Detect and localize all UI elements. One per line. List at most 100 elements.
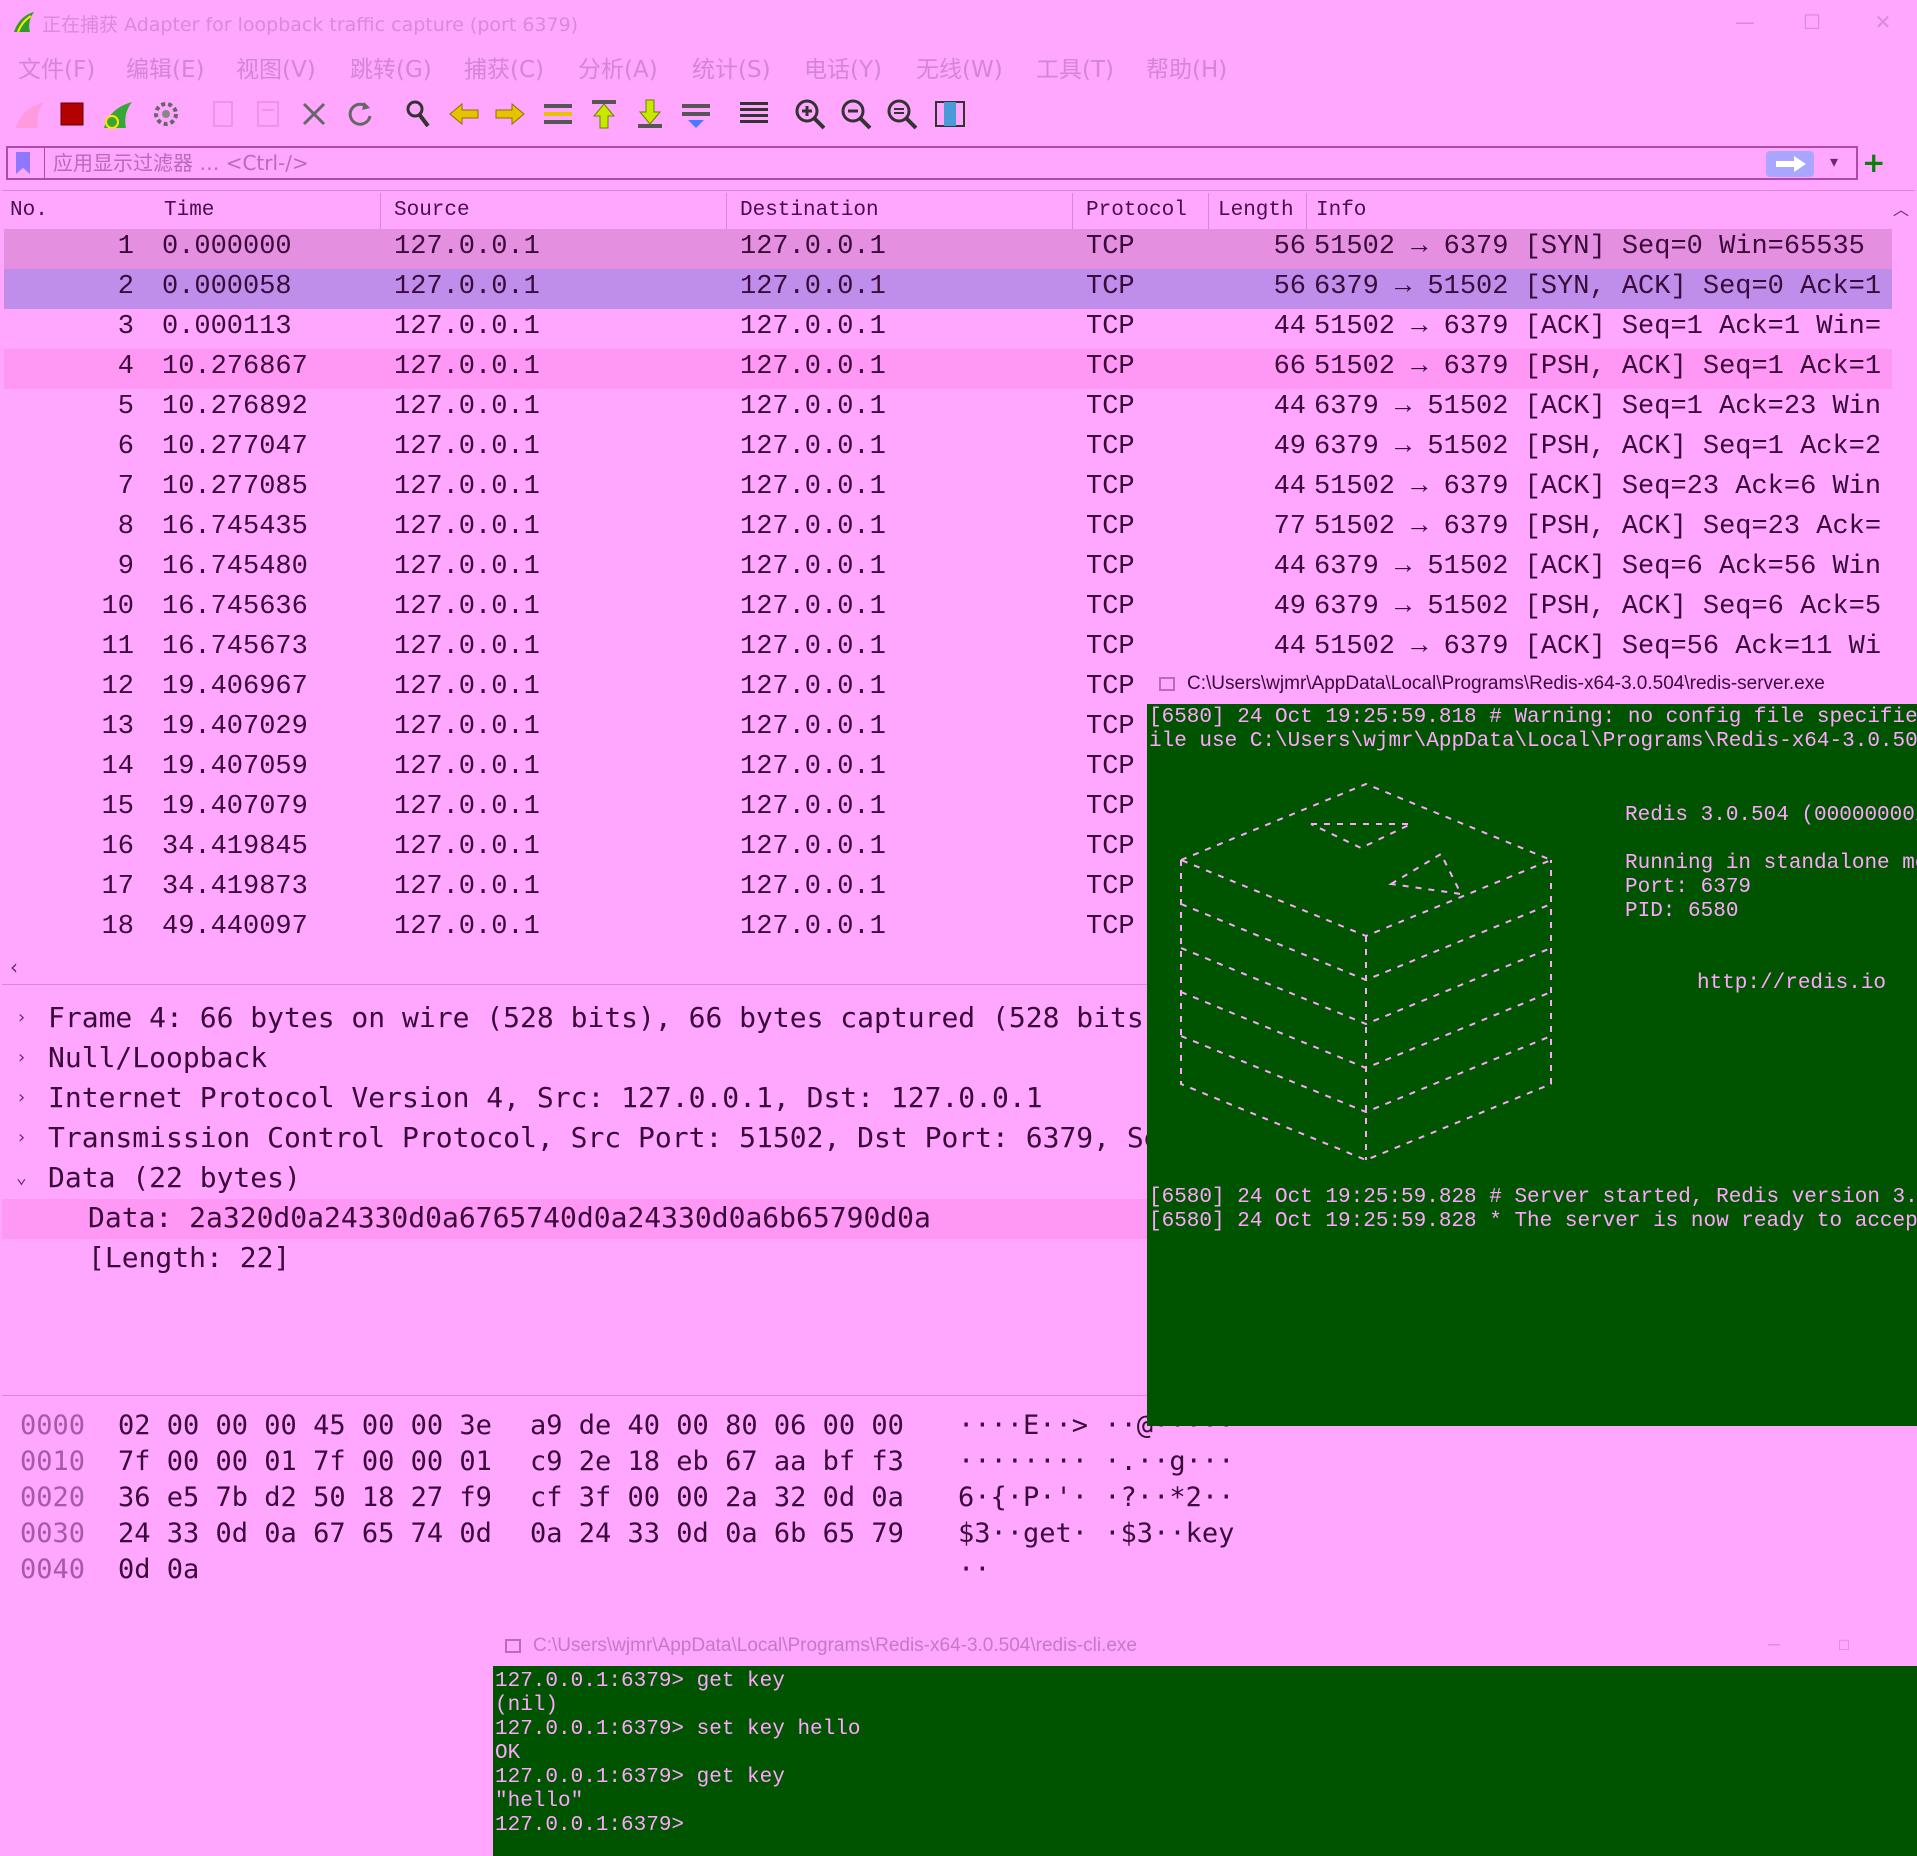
expanded-arrow-icon[interactable]: ⌄ bbox=[16, 1167, 27, 1188]
menu-telephony[interactable]: 电话(Y) bbox=[804, 50, 882, 84]
open-file-icon[interactable] bbox=[206, 96, 242, 132]
column-separator[interactable] bbox=[1306, 193, 1307, 229]
collapsed-arrow-icon[interactable]: › bbox=[16, 1047, 27, 1068]
server-title-bar[interactable]: C:\Users\wjmr\AppData\Local\Programs\Red… bbox=[1147, 664, 1917, 704]
go-first-icon[interactable] bbox=[586, 96, 622, 132]
menu-wireless[interactable]: 无线(W) bbox=[916, 50, 1003, 84]
packet-row[interactable]: 5 10.276892 127.0.0.1 127.0.0.1 TCP 44 6379 → … bbox=[4, 389, 1892, 429]
packet-cell-proto: TCP bbox=[1086, 552, 1135, 582]
close-file-icon[interactable] bbox=[296, 96, 332, 132]
packet-row[interactable]: 8 16.745435 127.0.0.1 127.0.0.1 TCP 77 51502 →… bbox=[4, 509, 1892, 549]
close-button[interactable]: ✕ bbox=[1858, 6, 1908, 38]
menu-capture[interactable]: 捕获(C) bbox=[464, 50, 544, 84]
collapsed-arrow-icon[interactable]: › bbox=[16, 1127, 27, 1148]
column-header-info[interactable]: Info bbox=[1316, 199, 1366, 222]
zoom-reset-icon[interactable] bbox=[884, 96, 920, 132]
cli-minimize-button[interactable]: — bbox=[1749, 1630, 1799, 1662]
zoom-out-icon[interactable] bbox=[838, 96, 874, 132]
packet-cell-no: 8 bbox=[117, 512, 134, 542]
packet-row[interactable]: 1 0.000000 127.0.0.1 127.0.0.1 TCP 56 51502 → … bbox=[4, 229, 1892, 269]
column-separator[interactable] bbox=[380, 193, 381, 229]
packet-cell-no: 7 bbox=[117, 472, 134, 502]
packet-cell-info: 51502 → 6379 [ACK] Seq=1 Ack=1 Win= bbox=[1314, 312, 1882, 342]
packet-cell-len: 49 bbox=[1273, 592, 1306, 622]
redis-logo-icon bbox=[1178, 782, 1554, 1162]
bytes-row[interactable]: 0000 02 00 00 00 45 00 00 3e a9 de 40 00 8… bbox=[2, 1410, 1302, 1446]
column-header-destination[interactable]: Destination bbox=[740, 199, 879, 222]
find-packet-icon[interactable] bbox=[400, 96, 436, 132]
resize-columns-icon[interactable] bbox=[932, 96, 968, 132]
packet-cell-proto: TCP bbox=[1086, 432, 1135, 462]
minimize-button[interactable]: — bbox=[1720, 6, 1770, 38]
bytes-row[interactable]: 0030 24 33 0d 0a 67 65 74 0d 0a 24 33 0d 0… bbox=[2, 1518, 1302, 1554]
cli-title-bar[interactable]: C:\Users\wjmr\AppData\Local\Programs\Red… bbox=[493, 1626, 1917, 1666]
reload-icon[interactable] bbox=[342, 96, 378, 132]
chevron-down-icon[interactable]: ▾ bbox=[1830, 152, 1838, 171]
column-header-time[interactable]: Time bbox=[164, 199, 214, 222]
go-forward-icon[interactable] bbox=[492, 96, 528, 132]
menu-file[interactable]: 文件(F) bbox=[18, 50, 95, 84]
bytes-hex: cf 3f 00 00 2a 32 0d 0a bbox=[530, 1482, 904, 1513]
arrow-right-icon[interactable] bbox=[1766, 151, 1814, 177]
packet-row[interactable]: 4 10.276867 127.0.0.1 127.0.0.1 TCP 66 51502 →… bbox=[4, 349, 1892, 389]
column-header-length[interactable]: Length bbox=[1218, 199, 1294, 222]
packet-row[interactable]: 10 16.745636 127.0.0.1 127.0.0.1 TCP 49 6379 →… bbox=[4, 589, 1892, 629]
go-last-icon[interactable] bbox=[632, 96, 668, 132]
packet-cell-dst: 127.0.0.1 bbox=[740, 272, 886, 302]
go-back-icon[interactable] bbox=[446, 96, 482, 132]
cli-maximize-button[interactable]: ☐ bbox=[1819, 1630, 1869, 1662]
bytes-row[interactable]: 0040 0d 0a ·· bbox=[2, 1554, 1302, 1590]
menu-view[interactable]: 视图(V) bbox=[236, 50, 316, 84]
packet-cell-no: 16 bbox=[101, 832, 134, 862]
packet-cell-proto: TCP bbox=[1086, 792, 1135, 822]
packet-row[interactable]: 7 10.277085 127.0.0.1 127.0.0.1 TCP 44 51502 →… bbox=[4, 469, 1892, 509]
autoscroll-icon[interactable] bbox=[678, 96, 714, 132]
packet-cell-src: 127.0.0.1 bbox=[394, 392, 540, 422]
packet-row[interactable]: 9 16.745480 127.0.0.1 127.0.0.1 TCP 44 6379 → … bbox=[4, 549, 1892, 589]
packet-row[interactable]: 6 10.277047 127.0.0.1 127.0.0.1 TCP 49 6379 → … bbox=[4, 429, 1892, 469]
detail-text: Frame 4: 66 bytes on wire (528 bits), 66… bbox=[48, 1001, 1161, 1034]
packet-cell-time: 19.406967 bbox=[162, 672, 308, 702]
scroll-left-icon[interactable]: ‹ bbox=[10, 955, 18, 979]
maximize-button[interactable]: ☐ bbox=[1787, 6, 1837, 38]
collapsed-arrow-icon[interactable]: › bbox=[16, 1087, 27, 1108]
menu-edit[interactable]: 编辑(E) bbox=[126, 50, 204, 84]
column-header-no[interactable]: No. bbox=[10, 199, 48, 222]
go-to-packet-icon[interactable] bbox=[540, 96, 576, 132]
menu-statistics[interactable]: 统计(S) bbox=[692, 50, 771, 84]
collapsed-arrow-icon[interactable]: › bbox=[16, 1007, 27, 1028]
packet-cell-info: 6379 → 51502 [ACK] Seq=1 Ack=23 Win bbox=[1314, 392, 1882, 422]
column-separator[interactable] bbox=[1072, 193, 1073, 229]
column-header-protocol[interactable]: Protocol bbox=[1086, 199, 1187, 222]
column-separator[interactable] bbox=[726, 193, 727, 229]
stop-capture-icon[interactable] bbox=[54, 96, 90, 132]
packet-cell-proto: TCP bbox=[1086, 912, 1135, 942]
capture-options-icon[interactable] bbox=[148, 96, 184, 132]
packet-cell-time: 19.407079 bbox=[162, 792, 308, 822]
save-file-icon[interactable] bbox=[250, 96, 286, 132]
add-filter-button[interactable]: + bbox=[1862, 146, 1885, 179]
packet-cell-time: 0.000058 bbox=[162, 272, 292, 302]
column-separator[interactable] bbox=[1208, 193, 1209, 229]
packet-row[interactable]: 2 0.000058 127.0.0.1 127.0.0.1 TCP 56 6379 → 5… bbox=[4, 269, 1892, 309]
menu-analyze[interactable]: 分析(A) bbox=[578, 50, 658, 84]
menu-tools[interactable]: 工具(T) bbox=[1036, 50, 1114, 84]
redis-cli-window[interactable]: C:\Users\wjmr\AppData\Local\Programs\Red… bbox=[493, 1626, 1917, 1856]
column-header-source[interactable]: Source bbox=[394, 199, 470, 222]
packet-row[interactable]: 3 0.000113 127.0.0.1 127.0.0.1 TCP 44 51502 → … bbox=[4, 309, 1892, 349]
colorize-icon[interactable] bbox=[736, 96, 772, 132]
packet-row[interactable]: 11 16.745673 127.0.0.1 127.0.0.1 TCP 44 51502 … bbox=[4, 629, 1892, 669]
scroll-up-icon[interactable]: ︿ bbox=[1893, 196, 1909, 220]
display-filter-input[interactable] bbox=[44, 148, 1441, 178]
packet-cell-dst: 127.0.0.1 bbox=[740, 832, 886, 862]
bytes-row[interactable]: 0020 36 e5 7b d2 50 18 27 f9 cf 3f 00 00 2… bbox=[2, 1482, 1302, 1518]
restart-capture-icon[interactable] bbox=[100, 96, 136, 132]
menu-help[interactable]: 帮助(H) bbox=[1146, 50, 1227, 84]
zoom-in-icon[interactable] bbox=[792, 96, 828, 132]
server-info-port: Port: 6379 bbox=[1625, 876, 1752, 899]
bytes-row[interactable]: 0010 7f 00 00 01 7f 00 00 01 c9 2e 18 eb 6… bbox=[2, 1446, 1302, 1482]
shark-fin-start-icon[interactable] bbox=[12, 96, 48, 132]
menu-go[interactable]: 跳转(G) bbox=[350, 50, 432, 84]
redis-server-window[interactable]: C:\Users\wjmr\AppData\Local\Programs\Red… bbox=[1147, 664, 1917, 1426]
bookmark-icon[interactable] bbox=[16, 152, 30, 174]
